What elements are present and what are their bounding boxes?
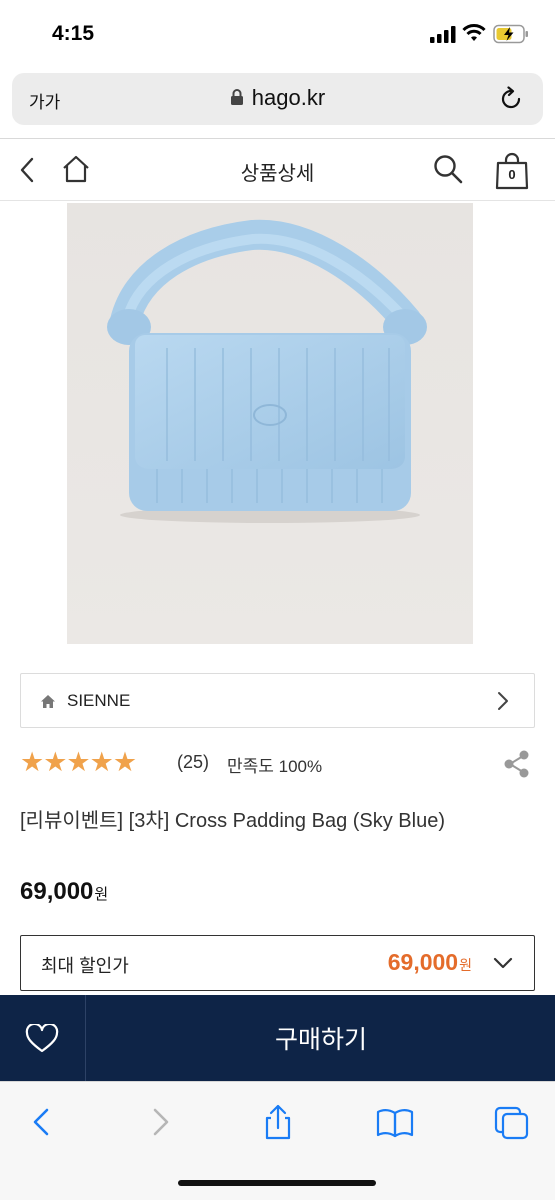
- bookmarks-icon[interactable]: [375, 1102, 415, 1142]
- browser-back-icon[interactable]: [22, 1102, 62, 1142]
- address-bar[interactable]: 가가 hago.kr: [12, 73, 543, 125]
- site-header: 상품상세 0: [0, 139, 555, 201]
- url-text: hago.kr: [251, 85, 326, 110]
- heart-icon: [25, 1024, 59, 1053]
- cellular-signal-icon: [430, 26, 456, 43]
- battery-charging-icon: [493, 24, 528, 44]
- brand-home-icon: [41, 695, 55, 708]
- home-indicator: [178, 1180, 376, 1186]
- wifi-icon: [462, 24, 486, 41]
- url-field[interactable]: hago.kr: [12, 85, 543, 111]
- review-count[interactable]: (25): [177, 752, 209, 773]
- wishlist-button[interactable]: [0, 995, 86, 1081]
- satisfaction-rate: 만족도 100%: [227, 757, 323, 776]
- page-title: 상품상세: [240, 163, 315, 185]
- status-bar: 4:15: [0, 0, 555, 66]
- cart-button[interactable]: 0: [494, 151, 530, 191]
- brand-link[interactable]: SIENNE: [20, 673, 535, 728]
- browser-forward-icon[interactable]: [140, 1102, 180, 1142]
- brand-name: SIENNE: [67, 691, 131, 710]
- product-price: 69,000: [20, 878, 94, 905]
- purchase-bar: 구매하기: [0, 995, 555, 1081]
- product-image[interactable]: [67, 203, 473, 644]
- tabs-icon[interactable]: [492, 1102, 532, 1142]
- reload-icon[interactable]: [497, 85, 525, 113]
- chevron-down-icon: [493, 957, 513, 969]
- discount-price: 69,000원: [387, 949, 472, 975]
- max-discount-dropdown[interactable]: 최대 할인가 69,000원: [20, 935, 535, 991]
- rating-row: ★★★★★ (25) 만족도 100%: [20, 748, 535, 778]
- padding-bag-image: [67, 203, 473, 644]
- share-sheet-icon[interactable]: [258, 1102, 298, 1142]
- buy-now-button[interactable]: 구매하기: [87, 995, 555, 1081]
- search-icon[interactable]: [432, 153, 464, 185]
- price-row: 69,000원: [20, 878, 108, 906]
- status-time: 4:15: [52, 22, 95, 45]
- price-currency: 원: [94, 886, 109, 903]
- product-name: [리뷰이벤트] [3차] Cross Padding Bag (Sky Blue…: [20, 810, 445, 832]
- lock-icon: [230, 89, 243, 105]
- star-rating[interactable]: ★★★★★: [20, 748, 137, 776]
- chevron-right-icon: [498, 692, 508, 710]
- discount-label: 최대 할인가: [41, 956, 129, 976]
- cart-count-badge: 0: [508, 167, 516, 182]
- buy-now-label: 구매하기: [274, 1026, 367, 1054]
- share-icon[interactable]: [501, 748, 531, 780]
